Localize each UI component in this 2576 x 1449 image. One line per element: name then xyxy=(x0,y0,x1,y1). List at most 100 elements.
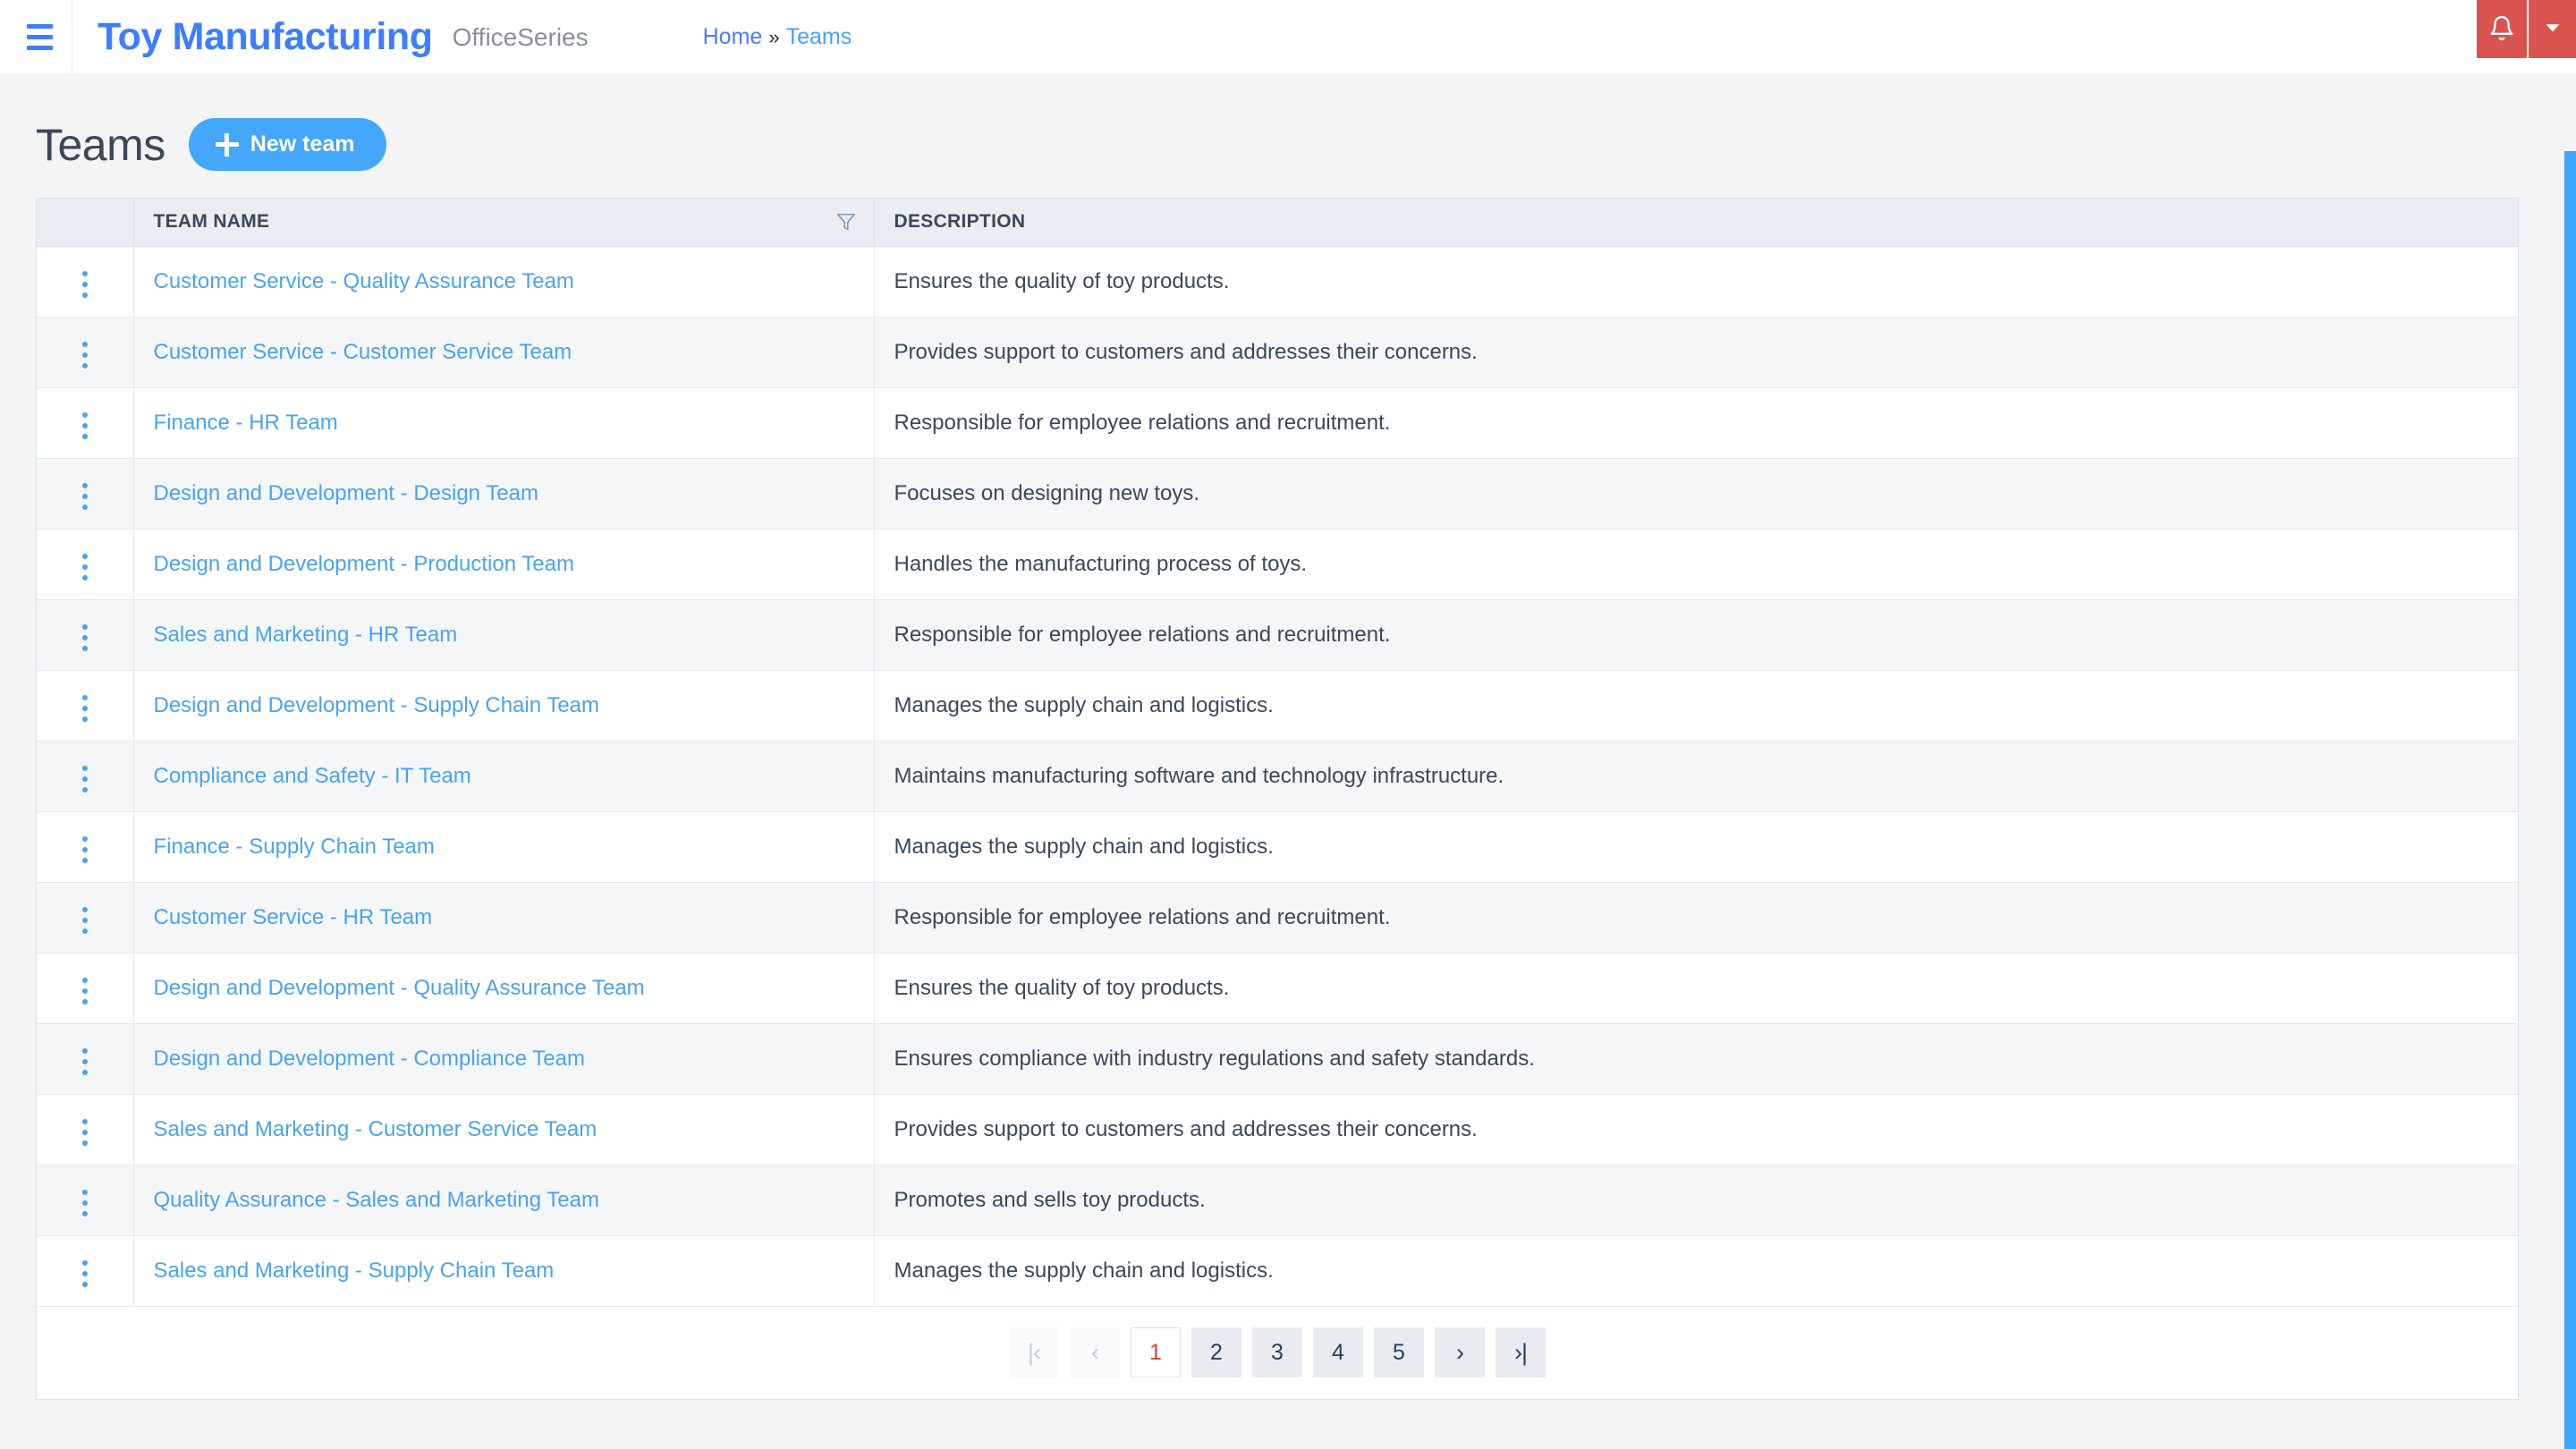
pagination-page-5[interactable]: 5 xyxy=(1374,1327,1424,1377)
kebab-menu-icon[interactable] xyxy=(70,335,100,376)
team-description-cell: Provides support to customers and addres… xyxy=(874,317,2518,388)
table-row: Design and Development - Quality Assuran… xyxy=(37,953,2518,1024)
table-row: Customer Service - HR Team Responsible fo… xyxy=(37,882,2518,953)
breadcrumb-separator-icon: » xyxy=(768,26,780,48)
team-name-cell: Sales and Marketing - Supply Chain Team xyxy=(133,1235,875,1307)
vertical-scrollbar-thumb[interactable] xyxy=(2564,151,2576,1449)
kebab-dot xyxy=(81,352,88,358)
app-brand-subtitle: OfficeSeries xyxy=(452,22,589,51)
table-row: Design and Development - Design Team Focu… xyxy=(37,458,2518,530)
row-menu-cell xyxy=(37,882,134,953)
notification-button[interactable] xyxy=(2477,0,2527,58)
kebab-menu-icon[interactable] xyxy=(70,264,100,305)
kebab-menu-icon[interactable] xyxy=(70,758,100,800)
kebab-dot xyxy=(81,1282,88,1287)
kebab-dot xyxy=(81,1200,88,1206)
kebab-menu-icon[interactable] xyxy=(70,688,100,729)
team-name-link[interactable]: Customer Service - Quality Assurance Tea… xyxy=(154,269,574,293)
column-header-team-name[interactable]: TEAM NAME xyxy=(133,199,875,247)
kebab-menu-icon[interactable] xyxy=(70,1253,100,1294)
pagination-first-button[interactable]: |‹ xyxy=(1009,1327,1059,1377)
table-row: Compliance and Safety - IT Team Maintains… xyxy=(37,741,2518,812)
kebab-menu-icon[interactable] xyxy=(70,900,100,941)
team-description-cell: Responsible for employee relations and r… xyxy=(874,387,2518,459)
team-name-link[interactable]: Finance - HR Team xyxy=(154,411,338,435)
team-name-cell: Sales and Marketing - Customer Service T… xyxy=(133,1094,875,1165)
team-description-cell: Focuses on designing new toys. xyxy=(874,458,2518,530)
app-brand-title[interactable]: Toy Manufacturing xyxy=(97,15,433,59)
team-name-link[interactable]: Finance - Supply Chain Team xyxy=(154,835,435,859)
column-header-menu xyxy=(37,199,134,247)
hamburger-bar xyxy=(26,24,53,29)
kebab-dot xyxy=(81,363,88,369)
pagination-page-4[interactable]: 4 xyxy=(1313,1327,1363,1377)
team-name-link[interactable]: Sales and Marketing - HR Team xyxy=(154,623,458,647)
team-name-link[interactable]: Sales and Marketing - Supply Chain Team xyxy=(154,1258,555,1283)
team-name-cell: Design and Development - Supply Chain Te… xyxy=(133,670,875,741)
filter-funnel-icon[interactable] xyxy=(836,212,856,232)
row-menu-cell xyxy=(37,1165,134,1236)
breadcrumb-home-link[interactable]: Home xyxy=(703,24,763,50)
kebab-dot xyxy=(81,554,88,559)
breadcrumb: Home » Teams xyxy=(703,24,852,50)
kebab-dot xyxy=(81,412,88,418)
kebab-dot xyxy=(81,1260,88,1266)
kebab-menu-icon[interactable] xyxy=(70,547,100,588)
team-name-link[interactable]: Design and Development - Compliance Team xyxy=(154,1046,585,1071)
table-row: Design and Development - Compliance Team… xyxy=(37,1023,2518,1095)
team-description-cell: Promotes and sells toy products. xyxy=(874,1165,2518,1236)
plus-icon xyxy=(215,132,239,157)
hamburger-menu-icon[interactable] xyxy=(7,24,72,50)
kebab-dot xyxy=(81,423,88,428)
kebab-dot xyxy=(81,564,88,570)
pagination-last-button[interactable]: ›| xyxy=(1496,1327,1546,1377)
team-name-link[interactable]: Design and Development - Quality Assuran… xyxy=(154,976,645,1000)
kebab-menu-icon[interactable] xyxy=(70,1041,100,1082)
team-name-link[interactable]: Customer Service - HR Team xyxy=(154,905,433,929)
kebab-dot xyxy=(81,292,88,298)
pagination: |‹ ‹ 12345 › ›| xyxy=(37,1306,2518,1399)
team-name-cell: Customer Service - Customer Service Team xyxy=(133,317,875,388)
vertical-scrollbar-track[interactable] xyxy=(2553,151,2576,1449)
kebab-menu-icon[interactable] xyxy=(70,617,100,658)
team-name-cell: Design and Development - Production Team xyxy=(133,529,875,600)
team-description-cell: Responsible for employee relations and r… xyxy=(874,599,2518,671)
kebab-dot xyxy=(81,1059,88,1064)
table-row: Design and Development - Production Team… xyxy=(37,529,2518,600)
team-name-link[interactable]: Design and Development - Supply Chain Te… xyxy=(154,693,600,717)
team-name-link[interactable]: Compliance and Safety - IT Team xyxy=(154,764,471,788)
kebab-menu-icon[interactable] xyxy=(70,1182,100,1224)
pagination-prev-button[interactable]: ‹ xyxy=(1070,1327,1120,1377)
user-dropdown-button[interactable] xyxy=(2527,0,2576,58)
kebab-dot xyxy=(81,1048,88,1054)
row-menu-cell xyxy=(37,246,134,318)
kebab-dot xyxy=(81,847,88,852)
team-name-link[interactable]: Design and Development - Production Team xyxy=(154,552,574,576)
top-navigation-bar: Toy Manufacturing OfficeSeries Home » Te… xyxy=(0,0,2576,75)
kebab-dot xyxy=(81,1070,88,1075)
kebab-menu-icon[interactable] xyxy=(70,1112,100,1153)
team-name-link[interactable]: Sales and Marketing - Customer Service T… xyxy=(154,1117,597,1141)
team-name-link[interactable]: Design and Development - Design Team xyxy=(154,481,538,505)
pagination-page-list: 12345 xyxy=(1131,1327,1424,1377)
hamburger-bar xyxy=(26,46,53,50)
column-header-description[interactable]: DESCRIPTION xyxy=(874,199,2518,247)
pagination-next-button[interactable]: › xyxy=(1435,1327,1485,1377)
bell-icon xyxy=(2488,14,2515,45)
teams-table-card: TEAM NAME DESCRIPTION Customer Service -… xyxy=(36,198,2519,1400)
pagination-page-2[interactable]: 2 xyxy=(1191,1327,1241,1377)
pagination-page-1[interactable]: 1 xyxy=(1131,1327,1181,1377)
kebab-menu-icon[interactable] xyxy=(70,829,100,870)
team-name-link[interactable]: Customer Service - Customer Service Team xyxy=(154,340,572,364)
kebab-dot xyxy=(81,1271,88,1276)
team-name-link[interactable]: Quality Assurance - Sales and Marketing … xyxy=(154,1188,599,1212)
page-title: Teams xyxy=(36,119,165,170)
kebab-menu-icon[interactable] xyxy=(70,970,100,1012)
teams-table: TEAM NAME DESCRIPTION Customer Service -… xyxy=(37,199,2518,1307)
kebab-menu-icon[interactable] xyxy=(70,405,100,446)
kebab-menu-icon[interactable] xyxy=(70,476,100,517)
kebab-dot xyxy=(81,776,88,782)
kebab-dot xyxy=(81,787,88,792)
pagination-page-3[interactable]: 3 xyxy=(1252,1327,1302,1377)
new-team-button[interactable]: New team xyxy=(188,118,387,171)
